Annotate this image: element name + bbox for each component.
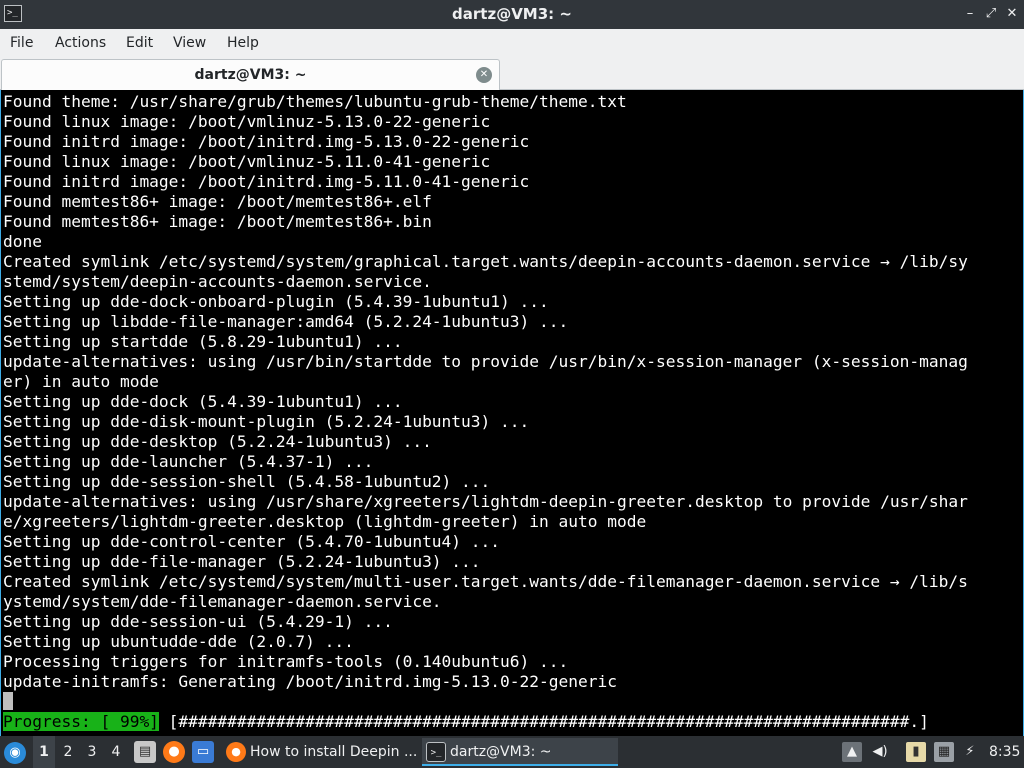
clock[interactable]: 8:35 [989,736,1020,768]
terminal-output: Found theme: /usr/share/grub/themes/lubu… [3,92,968,692]
terminal-line: done [3,232,42,251]
window-titlebar[interactable]: >_ dartz@VM3: ~ – ⤢ ✕ [0,0,1024,29]
clipboard-icon[interactable]: ▮ [906,742,926,762]
task-label: How to install Deepin ... [250,744,418,760]
terminal-line: update-initramfs: Generating /boot/initr… [3,672,617,691]
firefox-icon[interactable]: ● [163,741,185,763]
terminal-cursor [3,692,13,710]
terminal-line: update-alternatives: using /usr/share/xg… [3,492,968,511]
terminal-line: Processing triggers for initramfs-tools … [3,652,569,671]
workspace-1[interactable]: 1 [33,736,55,768]
terminal-line: er) in auto mode [3,372,159,391]
terminal-line: Setting up libdde-file-manager:amd64 (5.… [3,312,569,331]
task-firefox[interactable]: ● How to install Deepin ... [222,738,418,766]
volume-icon[interactable]: ◀) [870,742,890,762]
terminal-line: Setting up dde-control-center (5.4.70-1u… [3,532,501,551]
terminal-line: e/xgreeters/lightdm-greeter.desktop (lig… [3,512,647,531]
progress-label: Progress: [ 99%] [3,712,159,731]
terminal-view[interactable]: Found theme: /usr/share/grub/themes/lubu… [0,90,1024,736]
firefox-icon: ● [226,742,246,762]
task-terminal[interactable]: >_ dartz@VM3: ~ [422,738,618,766]
terminal-line: Found initrd image: /boot/initrd.img-5.1… [3,172,530,191]
menu-bar: File Actions Edit View Help [0,29,1024,57]
terminal-icon: >_ [426,742,446,762]
menu-file[interactable]: File [4,29,39,57]
network-icon[interactable]: ▦ [934,742,954,762]
tab-label: dartz@VM3: ~ [194,67,307,83]
lubuntu-start-icon[interactable]: ◉ [4,742,26,764]
maximize-button[interactable]: ⤢ [983,6,999,22]
terminal-line: ystemd/system/dde-filemanager-daemon.ser… [3,592,442,611]
terminal-line: stemd/system/deepin-accounts-daemon.serv… [3,272,432,291]
workspace-3[interactable]: 3 [81,736,103,768]
tab-close-icon[interactable]: ✕ [476,67,492,83]
terminal-line: Found memtest86+ image: /boot/memtest86+… [3,212,432,231]
terminal-line: update-alternatives: using /usr/bin/star… [3,352,968,371]
terminal-line: Setting up dde-session-shell (5.4.58-1ub… [3,472,491,491]
desktop-icon[interactable]: ▭ [192,741,214,763]
terminal-line: Created symlink /etc/systemd/system/mult… [3,572,968,591]
terminal-line: Created symlink /etc/systemd/system/grap… [3,252,968,271]
terminal-line: Setting up dde-file-manager (5.2.24-1ubu… [3,552,481,571]
terminal-line: Found theme: /usr/share/grub/themes/lubu… [3,92,627,111]
tab-terminal[interactable]: dartz@VM3: ~ ✕ [1,59,500,90]
terminal-line: Setting up startdde (5.8.29-1ubuntu1) ..… [3,332,403,351]
task-label: dartz@VM3: ~ [450,744,552,760]
taskbar: ◉ 1 2 3 4 ▤ ● ▭ ● How to install Deepin … [0,736,1024,768]
progress-bar: [#######################################… [158,712,929,731]
power-icon[interactable]: ⚡ [960,742,980,762]
terminal-line: Setting up ubuntudde-dde (2.0.7) ... [3,632,354,651]
terminal-line: Setting up dde-dock-onboard-plugin (5.4.… [3,292,549,311]
terminal-line: Setting up dde-desktop (5.2.24-1ubuntu3)… [3,432,432,451]
close-button[interactable]: ✕ [1004,6,1020,22]
menu-actions[interactable]: Actions [49,29,112,57]
menu-help[interactable]: Help [221,29,265,57]
terminal-line: Setting up dde-disk-mount-plugin (5.2.24… [3,412,530,431]
terminal-line: Found linux image: /boot/vmlinuz-5.13.0-… [3,112,491,131]
terminal-line: Setting up dde-session-ui (5.4.29-1) ... [3,612,393,631]
terminal-line: Setting up dde-dock (5.4.39-1ubuntu1) ..… [3,392,403,411]
workspace-2[interactable]: 2 [57,736,79,768]
terminal-line: Found initrd image: /boot/initrd.img-5.1… [3,132,530,151]
window-title: dartz@VM3: ~ [452,5,572,23]
menu-edit[interactable]: Edit [120,29,159,57]
update-icon[interactable]: ▲ [842,742,862,762]
minimize-button[interactable]: – [962,6,978,22]
workspace-4[interactable]: 4 [105,736,127,768]
terminal-line: Setting up dde-launcher (5.4.37-1) ... [3,452,374,471]
progress-row: Progress: [ 99%] [######################… [3,712,929,732]
terminal-line: Found memtest86+ image: /boot/memtest86+… [3,192,432,211]
tab-bar: dartz@VM3: ~ ✕ [0,57,1024,90]
terminal-line: Found linux image: /boot/vmlinuz-5.11.0-… [3,152,491,171]
menu-view[interactable]: View [167,29,212,57]
file-manager-icon[interactable]: ▤ [134,741,156,763]
